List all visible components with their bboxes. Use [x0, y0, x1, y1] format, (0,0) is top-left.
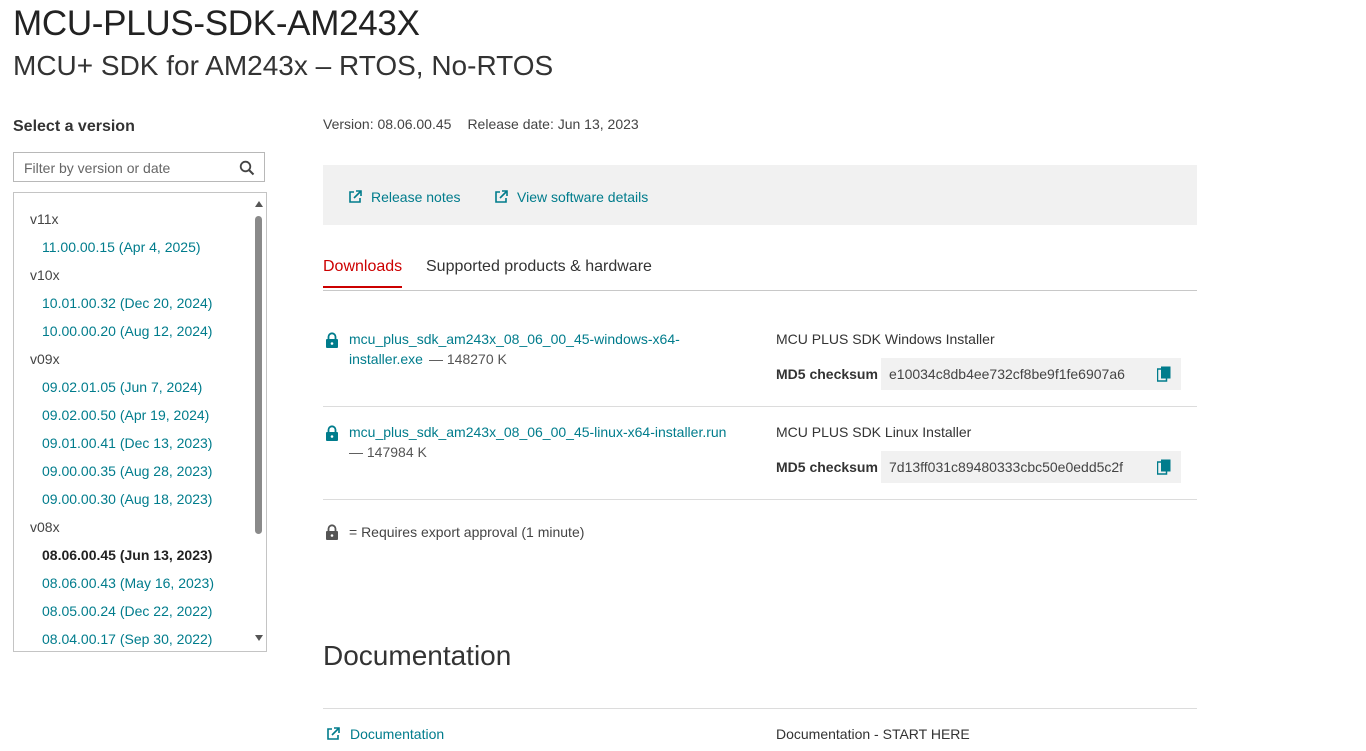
page-title: MCU-PLUS-SDK-AM243X [13, 4, 420, 43]
documentation-description: Documentation - START HERE [776, 726, 970, 742]
file-size: — 148270 K [429, 351, 507, 367]
tab-downloads[interactable]: Downloads [323, 258, 403, 288]
version-group-v08x: v08x [30, 519, 60, 535]
external-link-icon [349, 190, 362, 203]
tabs-bar: Downloads Supported products & hardware [323, 252, 1197, 291]
copy-icon[interactable] [1157, 366, 1171, 382]
md5-value: e10034c8db4ee732cf8be9f1fe6907a6 [889, 366, 1125, 382]
version-item[interactable]: 09.00.00.30 (Aug 18, 2023) [14, 485, 252, 513]
version-group-v10x: v10x [30, 267, 60, 283]
download-description: MCU PLUS SDK Windows Installer [776, 331, 995, 347]
external-link-icon [495, 190, 508, 203]
version-item[interactable]: 09.02.00.50 (Apr 19, 2024) [14, 401, 252, 429]
scrollbar-thumb[interactable] [255, 216, 262, 534]
documentation-link[interactable]: Documentation [325, 726, 444, 742]
documentation-divider [323, 708, 1197, 709]
md5-value: 7d13ff031c89480333cbc50e0edd5c2f [889, 459, 1124, 475]
copy-icon[interactable] [1157, 459, 1171, 475]
version-item[interactable]: 09.01.00.41 (Dec 13, 2023) [14, 429, 252, 457]
version-group-v09x: v09x [30, 351, 60, 367]
md5-label: MD5 checksum [776, 459, 878, 475]
version-filter-input[interactable] [22, 157, 236, 179]
links-panel: Release notes View software details [323, 165, 1197, 225]
release-notes-link[interactable]: Release notes [347, 189, 461, 205]
software-details-link[interactable]: View software details [493, 189, 648, 205]
legend-text: = Requires export approval (1 minute) [349, 524, 585, 540]
external-link-icon [327, 727, 340, 740]
lock-icon [326, 524, 338, 540]
file-name-line2: installer.exe [349, 351, 423, 367]
version-filter [13, 152, 265, 182]
version-item[interactable]: 10.00.00.20 (Aug 12, 2024) [14, 317, 252, 345]
download-row: mcu_plus_sdk_am243x_08_06_00_45-linux-x6… [323, 407, 1197, 500]
page-subtitle: MCU+ SDK for AM243x – RTOS, No-RTOS [13, 50, 554, 81]
version-number: Version: 08.06.00.45 [323, 116, 452, 132]
version-item-selected[interactable]: 08.06.00.45 (Jun 13, 2023) [14, 541, 252, 569]
download-file-link[interactable]: mcu_plus_sdk_am243x_08_06_00_45-linux-x6… [349, 422, 726, 442]
documentation-link-label: Documentation [350, 726, 445, 742]
version-item[interactable]: 09.00.00.35 (Aug 28, 2023) [14, 457, 252, 485]
file-name-line1: mcu_plus_sdk_am243x_08_06_00_45-windows-… [349, 331, 680, 347]
version-group-v11x: v11x [30, 211, 59, 227]
search-icon[interactable] [239, 160, 255, 176]
version-item[interactable]: 08.05.00.24 (Dec 22, 2022) [14, 597, 252, 625]
version-item[interactable]: 10.01.00.32 (Dec 20, 2024) [14, 289, 252, 317]
version-item[interactable]: 09.02.01.05 (Jun 7, 2024) [14, 373, 252, 401]
md5-checksum-box: 7d13ff031c89480333cbc50e0edd5c2f [881, 451, 1181, 483]
version-item[interactable]: 11.00.00.15 (Apr 4, 2025) [14, 233, 252, 261]
download-description: MCU PLUS SDK Linux Installer [776, 424, 972, 440]
lock-icon [326, 332, 338, 348]
md5-checksum-box: e10034c8db4ee732cf8be9f1fe6907a6 [881, 358, 1181, 390]
md5-label: MD5 checksum [776, 366, 878, 382]
version-select-heading: Select a version [13, 118, 135, 135]
release-notes-label: Release notes [371, 189, 461, 205]
scroll-down-arrow-icon[interactable] [255, 635, 263, 641]
version-item[interactable]: 08.04.00.17 (Sep 30, 2022) [14, 625, 252, 651]
export-approval-legend: = Requires export approval (1 minute) [325, 524, 584, 540]
file-size: — 147984 K [349, 444, 427, 460]
download-file-link[interactable]: mcu_plus_sdk_am243x_08_06_00_45-windows-… [349, 329, 680, 369]
download-row: mcu_plus_sdk_am243x_08_06_00_45-windows-… [323, 314, 1197, 407]
documentation-heading: Documentation [323, 640, 512, 671]
scroll-up-arrow-icon[interactable] [255, 201, 263, 207]
release-date: Release date: Jun 13, 2023 [467, 116, 639, 132]
version-item[interactable]: 08.06.00.43 (May 16, 2023) [14, 569, 252, 597]
software-details-label: View software details [517, 189, 649, 205]
version-list-scrollbar[interactable] [252, 193, 266, 651]
lock-icon [326, 425, 338, 441]
release-meta: Version: 08.06.00.45 Release date: Jun 13… [323, 116, 639, 132]
tab-supported-products[interactable]: Supported products & hardware [426, 258, 652, 286]
version-list: v11x 11.00.00.15 (Apr 4, 2025) v10x 10.0… [13, 192, 267, 652]
